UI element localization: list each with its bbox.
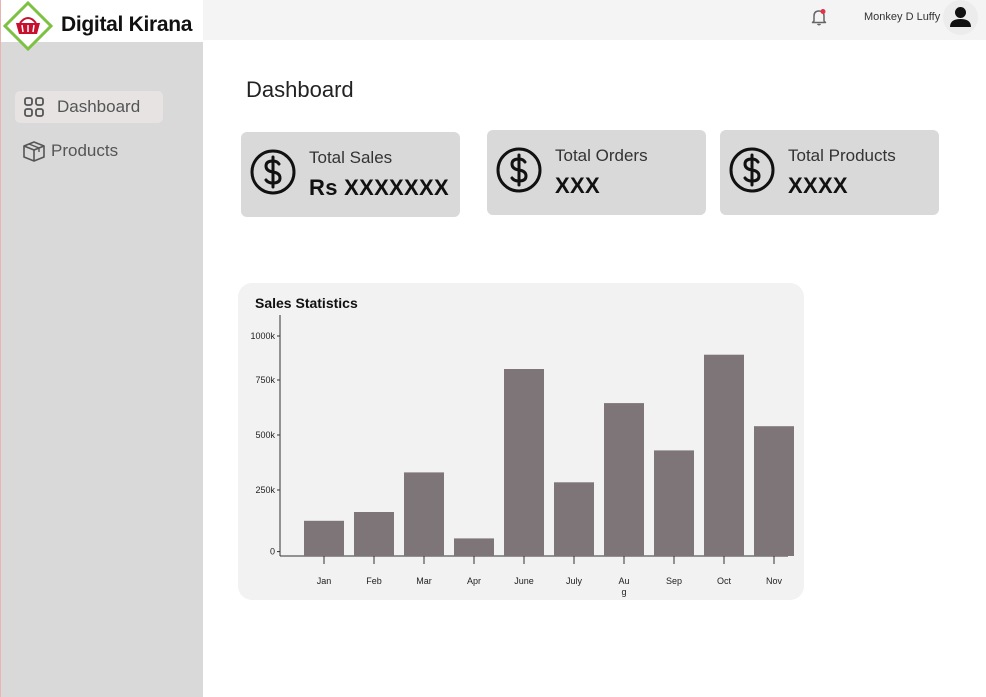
x-tick-label: Nov xyxy=(766,576,783,586)
sidebar-item-label: Products xyxy=(51,141,119,160)
bar xyxy=(454,538,494,556)
stat-card-total-products[interactable]: Total Products XXXX xyxy=(720,130,939,215)
x-tick-label: Jan xyxy=(317,576,332,586)
avatar[interactable] xyxy=(943,0,978,35)
stat-card-total-sales[interactable]: Total Sales Rs XXXXXXX xyxy=(241,132,460,217)
bell-icon[interactable] xyxy=(809,7,829,27)
card-value: XXX xyxy=(555,173,600,198)
card-label: Total Orders xyxy=(555,146,648,165)
bar xyxy=(354,512,394,556)
y-tick-label: 250k xyxy=(255,485,275,495)
sidebar-item-dashboard[interactable]: Dashboard xyxy=(15,91,163,123)
bar xyxy=(404,472,444,556)
page-title: Dashboard xyxy=(246,77,354,102)
bar xyxy=(754,426,794,556)
y-tick-label: 1000k xyxy=(250,331,275,341)
basket-logo xyxy=(3,1,53,51)
dollar-icon xyxy=(496,147,542,193)
y-tick-label: 500k xyxy=(255,430,275,440)
x-tick-label: Mar xyxy=(416,576,432,586)
y-tick-label: 750k xyxy=(255,375,275,385)
x-tick-label: July xyxy=(566,576,583,586)
card-value: XXXX xyxy=(788,173,848,198)
sidebar: Digital Kirana Dashboard Products xyxy=(0,0,204,697)
bar xyxy=(554,482,594,556)
bar-chart: 1000k 750k 500k 250k 0 Jan Feb Mar Apr June July Au… xyxy=(250,315,794,597)
sales-statistics-chart: Sales Statistics 1000k 750k 500k 250k 0 Jan Fe… xyxy=(238,283,804,600)
dollar-icon xyxy=(250,149,296,195)
bar xyxy=(604,403,644,556)
sidebar-item-label: Dashboard xyxy=(57,97,141,116)
x-tick-label: June xyxy=(514,576,534,586)
y-tick-label: 0 xyxy=(270,547,275,557)
x-tick-label: Oct xyxy=(717,576,732,586)
card-label: Total Products xyxy=(788,146,896,165)
brand[interactable]: Digital Kirana xyxy=(1,0,204,51)
brand-name: Digital Kirana xyxy=(61,13,193,36)
card-label: Total Sales xyxy=(309,148,393,167)
sidebar-item-products[interactable]: Products xyxy=(21,135,118,167)
grid-icon xyxy=(24,97,44,117)
x-tick-label: Feb xyxy=(366,576,382,586)
card-value: Rs XXXXXXX xyxy=(309,175,449,200)
bar xyxy=(704,354,744,556)
x-tick-label: Apr xyxy=(467,576,481,586)
bar xyxy=(654,450,694,556)
x-tick-label: Au g xyxy=(618,576,629,597)
bar xyxy=(304,520,344,556)
user-name[interactable]: Monkey D Luffy xyxy=(864,11,940,23)
dollar-icon xyxy=(729,147,775,193)
box-icon xyxy=(23,141,45,162)
stat-card-total-orders[interactable]: Total Orders XXX xyxy=(487,130,706,215)
user-icon xyxy=(950,7,971,27)
bar xyxy=(504,369,544,556)
x-tick-label: Sep xyxy=(666,576,682,586)
